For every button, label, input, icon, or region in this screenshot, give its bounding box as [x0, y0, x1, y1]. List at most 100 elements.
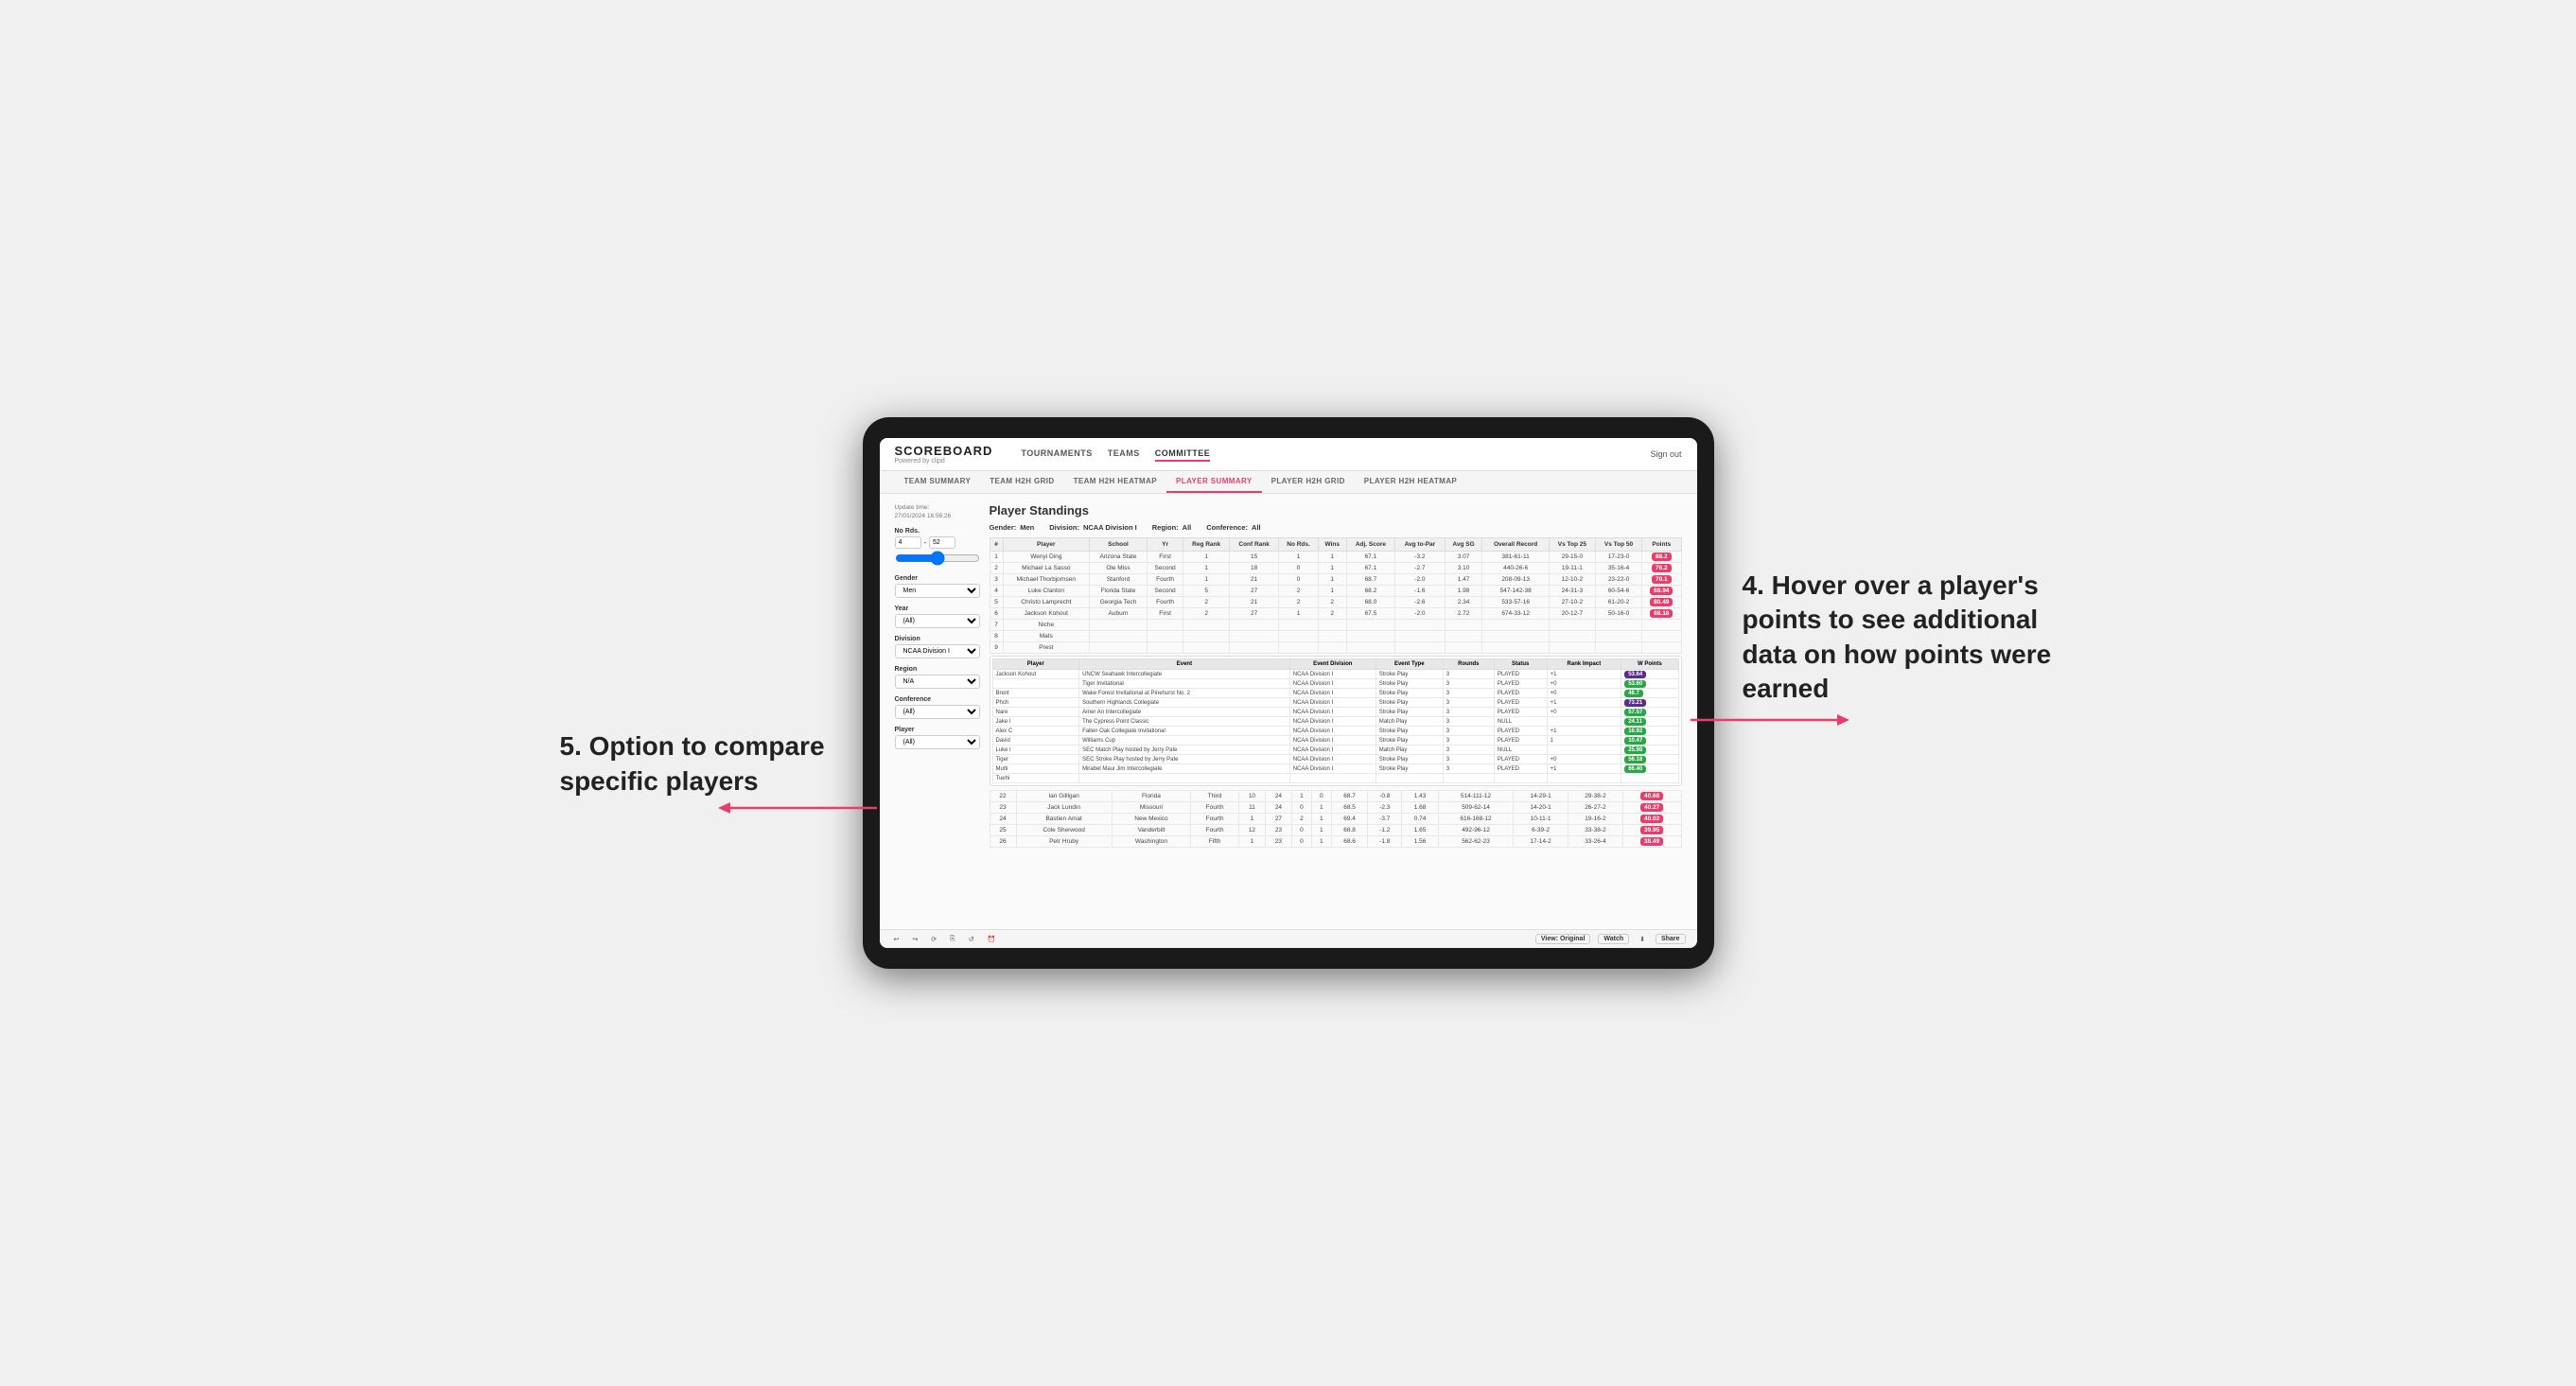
- update-time: Update time: 27/01/2024 16:56:26: [895, 503, 980, 520]
- event-col-player: Player: [992, 659, 1079, 670]
- event-col-wpoints: W Points: [1621, 659, 1678, 670]
- conference-label: Conference: [895, 696, 980, 703]
- subnav-player-h2h-grid[interactable]: PLAYER H2H GRID: [1262, 471, 1355, 493]
- col-wins: Wins: [1318, 538, 1346, 552]
- player-row[interactable]: 7 Niche: [990, 620, 1681, 631]
- redo-btn[interactable]: ↪: [909, 935, 920, 944]
- tablet-screen: SCOREBOARD Powered by clipd TOURNAMENTS …: [880, 438, 1697, 948]
- conference-select[interactable]: (All): [895, 705, 980, 719]
- tablet: SCOREBOARD Powered by clipd TOURNAMENTS …: [863, 417, 1714, 969]
- player-row[interactable]: 26 Petr Hruby Washington Fifth 1 23 0 1 …: [990, 836, 1681, 848]
- division-label: Division: [895, 636, 980, 642]
- filter-division: Division NCAA Division I: [895, 636, 980, 658]
- undo-btn[interactable]: ↩: [891, 935, 902, 944]
- col-points: Points: [1642, 538, 1681, 552]
- col-adj-score: Adj. Score: [1346, 538, 1395, 552]
- subnav-player-summary[interactable]: PLAYER SUMMARY: [1166, 471, 1262, 493]
- filters-row: Gender: Men Division: NCAA Division I Re…: [990, 523, 1682, 532]
- event-row: Nare Amer An Intercollegiate NCAA Divisi…: [992, 708, 1678, 717]
- no-rds-min[interactable]: [895, 536, 921, 549]
- no-rds-range-row: -: [895, 536, 980, 549]
- event-col-status: Status: [1494, 659, 1547, 670]
- logo-sub: Powered by clipd: [895, 458, 993, 465]
- col-yr: Yr: [1147, 538, 1183, 552]
- player-row[interactable]: 1 Wenyi Ding Arizona State First 1 15 1 …: [990, 552, 1681, 563]
- nav-link-tournaments[interactable]: TOURNAMENTS: [1021, 447, 1092, 462]
- year-select[interactable]: (All): [895, 614, 980, 628]
- filter-no-rds: No Rds. -: [895, 528, 980, 568]
- footer-share[interactable]: Share: [1656, 934, 1685, 944]
- sign-out-link[interactable]: Sign out: [1650, 449, 1681, 459]
- event-detail-section: Player Event Event Division Event Type R…: [990, 656, 1682, 786]
- event-row: Tiger Invitational NCAA Division I Strok…: [992, 679, 1678, 689]
- col-vs25: Vs Top 25: [1549, 538, 1595, 552]
- event-table: Player Event Event Division Event Type R…: [992, 658, 1679, 783]
- col-rank: #: [990, 538, 1003, 552]
- nav-links: TOURNAMENTS TEAMS COMMITTEE: [1021, 447, 1631, 462]
- event-row: Jackson Kohout UNCW Seahawk Intercollegi…: [992, 670, 1678, 679]
- footer-watch[interactable]: Watch: [1598, 934, 1629, 944]
- event-col-type: Event Type: [1376, 659, 1443, 670]
- filter-division-value: NCAA Division I: [1083, 523, 1137, 532]
- player-row[interactable]: 9 Prest: [990, 642, 1681, 654]
- player-row[interactable]: 4 Luke Clanton Florida State Second 5 27…: [990, 586, 1681, 597]
- footer-download[interactable]: ⬇: [1637, 935, 1648, 944]
- subnav-team-h2h-heatmap[interactable]: TEAM H2H HEATMAP: [1064, 471, 1166, 493]
- no-rds-max[interactable]: [929, 536, 955, 549]
- player-row[interactable]: 8 Mats: [990, 631, 1681, 642]
- player-row[interactable]: 5 Christo Lamprecht Georgia Tech Fourth …: [990, 597, 1681, 608]
- filter-gender-label: Gender:: [990, 523, 1017, 532]
- reset-btn[interactable]: ↺: [966, 935, 977, 944]
- refresh-btn[interactable]: ⟳: [928, 935, 939, 944]
- event-row: Mutti Mirabel Maui Jim Intercollegiate N…: [992, 764, 1678, 774]
- no-rds-slider[interactable]: [895, 551, 980, 566]
- nav-link-committee[interactable]: COMMITTEE: [1155, 447, 1211, 462]
- player-row[interactable]: 22 Ian Gilligan Florida Third 10 24 1 0 …: [990, 791, 1681, 802]
- sidebar: Update time: 27/01/2024 16:56:26 No Rds.…: [895, 503, 980, 920]
- player-row[interactable]: 3 Michael Thorbjornsen Stanford Fourth 1…: [990, 574, 1681, 586]
- event-row: Alex C Fallen Oak Collegiate Invitationa…: [992, 727, 1678, 736]
- filter-pill-division: Division: NCAA Division I: [1049, 523, 1136, 532]
- event-row: Tuehi: [992, 774, 1678, 783]
- filter-gender-value: Men: [1020, 523, 1034, 532]
- player-select[interactable]: (All): [895, 735, 980, 749]
- filter-region-value: All: [1183, 523, 1192, 532]
- filter-region: Region N/A: [895, 666, 980, 689]
- footer-view[interactable]: View: Original: [1535, 934, 1591, 944]
- subnav-team-h2h-grid[interactable]: TEAM H2H GRID: [980, 471, 1063, 493]
- player-row[interactable]: 25 Cole Sherwood Vanderbilt Fourth 12 23…: [990, 825, 1681, 836]
- player-row[interactable]: 24 Bastien Amat New Mexico Fourth 1 27 2…: [990, 814, 1681, 825]
- event-row: David Williams Cup NCAA Division I Strok…: [992, 736, 1678, 746]
- lower-player-table: 22 Ian Gilligan Florida Third 10 24 1 0 …: [990, 790, 1682, 848]
- table-area: Player Standings Gender: Men Division: N…: [990, 503, 1682, 920]
- copy-btn[interactable]: ⎘: [947, 935, 958, 944]
- filter-player: Player (All): [895, 727, 980, 749]
- filter-pill-gender: Gender: Men: [990, 523, 1035, 532]
- annotation-bottom-left: 5. Option to compare specific players: [560, 729, 834, 798]
- col-reg-rank: Reg Rank: [1183, 538, 1230, 552]
- player-row[interactable]: 2 Michael La Sasso Ole Miss Second 1 18 …: [990, 563, 1681, 574]
- outer-wrapper: 4. Hover over a player's points to see a…: [863, 417, 1714, 969]
- filter-conference-label: Conference:: [1206, 523, 1248, 532]
- event-col-division: Event Division: [1289, 659, 1376, 670]
- nav-link-teams[interactable]: TEAMS: [1108, 447, 1140, 462]
- annotation-top-right: 4. Hover over a player's points to see a…: [1743, 569, 2064, 707]
- main-content: Update time: 27/01/2024 16:56:26 No Rds.…: [880, 494, 1697, 929]
- player-label: Player: [895, 727, 980, 733]
- col-no-rds: No Rds.: [1279, 538, 1319, 552]
- footer-bar: ↩ ↪ ⟳ ⎘ ↺ ⏰ View: Original Watch ⬇ Share: [880, 929, 1697, 948]
- division-select[interactable]: NCAA Division I: [895, 644, 980, 658]
- range-dash: -: [924, 538, 927, 547]
- logo-title: SCOREBOARD: [895, 444, 993, 458]
- player-row[interactable]: 23 Jack Lundin Missouri Fourth 11 24 0 1…: [990, 802, 1681, 814]
- clock-btn[interactable]: ⏰: [985, 935, 999, 944]
- subnav-player-h2h-heatmap[interactable]: PLAYER H2H HEATMAP: [1355, 471, 1466, 493]
- region-select[interactable]: N/A: [895, 675, 980, 689]
- filter-region-label: Region:: [1152, 523, 1179, 532]
- player-row[interactable]: 6 Jackson Kohout Auburn First 2 27 1 2 6…: [990, 608, 1681, 620]
- gender-select[interactable]: Men: [895, 584, 980, 598]
- col-school: School: [1090, 538, 1148, 552]
- region-label: Region: [895, 666, 980, 673]
- filter-year: Year (All): [895, 605, 980, 628]
- subnav-team-summary[interactable]: TEAM SUMMARY: [895, 471, 981, 493]
